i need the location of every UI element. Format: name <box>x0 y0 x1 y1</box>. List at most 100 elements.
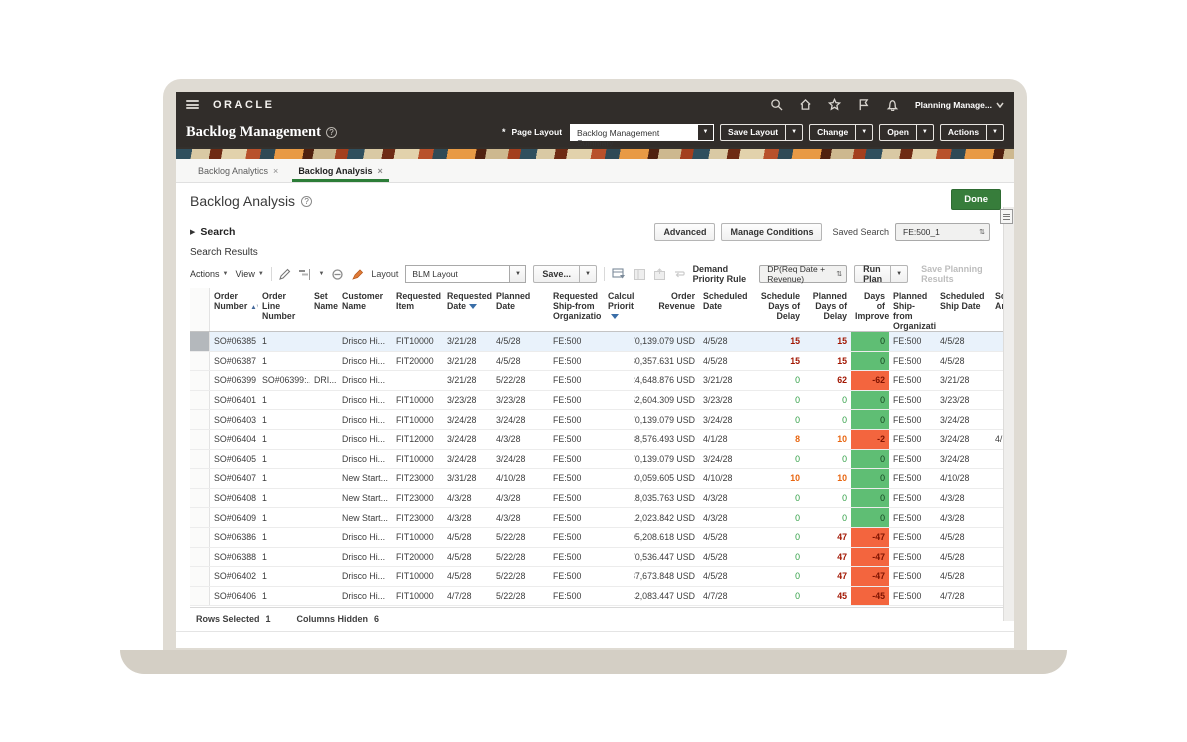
gantt-columns-icon[interactable] <box>298 267 311 282</box>
right-panel-splitter[interactable] <box>1003 207 1014 621</box>
table-row[interactable]: SO#063871Drisco Hi...FIT200003/21/284/5/… <box>190 352 1003 372</box>
query-by-example-icon[interactable] <box>612 267 626 282</box>
actions-button[interactable]: Actions ▼ <box>940 124 1004 141</box>
select-all-gutter[interactable] <box>190 288 210 331</box>
column-header-planned_days_of_delay[interactable]: Planned Days of Delay <box>804 288 851 331</box>
notifications-bell-icon[interactable] <box>886 98 899 111</box>
help-icon[interactable]: ? <box>326 127 337 138</box>
row-select-gutter[interactable] <box>190 430 210 449</box>
table-row[interactable]: SO#064061Drisco Hi...FIT100004/7/285/22/… <box>190 587 1003 607</box>
dropdown-arrow-icon[interactable]: ▼ <box>855 125 872 140</box>
column-header-calculated_priority[interactable]: Calcul Priorit <box>604 288 634 331</box>
filter-funnel-icon[interactable] <box>611 314 619 319</box>
row-select-gutter[interactable] <box>190 410 210 429</box>
manage-conditions-button[interactable]: Manage Conditions <box>721 223 822 241</box>
run-plan-button[interactable]: Run Plan ▼ <box>854 265 908 283</box>
column-header-requested_item[interactable]: Requested Item <box>392 288 443 331</box>
highlighter-pen-icon[interactable] <box>351 267 364 282</box>
table-row[interactable]: SO#064011Drisco Hi...FIT100003/23/283/23… <box>190 391 1003 411</box>
dropdown-arrow-icon[interactable]: ▼ <box>916 125 933 140</box>
edit-pencil-icon[interactable] <box>278 267 291 282</box>
column-header-order_line_number[interactable]: Order Line Number <box>258 288 310 331</box>
column-header-order_number[interactable]: Order Number▲▽ <box>210 288 258 331</box>
save-layout-button[interactable]: Save Layout ▼ <box>720 124 803 141</box>
row-select-gutter[interactable] <box>190 469 210 488</box>
cell-order_line_number: 1 <box>258 489 310 508</box>
tab-backlog-analytics[interactable]: Backlog Analytics × <box>188 159 288 182</box>
row-select-gutter[interactable] <box>190 332 210 351</box>
dropdown-arrow-icon[interactable]: ▼ <box>698 124 714 141</box>
dropdown-arrow-icon[interactable]: ▼ <box>986 125 1003 140</box>
row-select-gutter[interactable] <box>190 352 210 371</box>
search-icon[interactable] <box>770 98 783 111</box>
row-select-gutter[interactable] <box>190 489 210 508</box>
column-header-order_revenue[interactable]: Order Revenue <box>634 288 699 331</box>
row-select-gutter[interactable] <box>190 567 210 586</box>
layout-select[interactable]: BLM Layout ▼ <box>405 265 526 283</box>
chevron-down-icon[interactable]: ▼ <box>318 271 324 277</box>
watchlist-flag-icon[interactable] <box>857 98 870 111</box>
table-row[interactable]: SO#063881Drisco Hi...FIT200004/5/285/22/… <box>190 548 1003 568</box>
dropdown-arrow-icon[interactable]: ▼ <box>579 266 596 282</box>
save-button[interactable]: Save... ▼ <box>533 265 596 283</box>
row-select-gutter[interactable] <box>190 450 210 469</box>
table-row[interactable]: SO#063861Drisco Hi...FIT100004/5/285/22/… <box>190 528 1003 548</box>
close-icon[interactable]: × <box>273 166 278 176</box>
done-button[interactable]: Done <box>951 189 1001 210</box>
hamburger-menu-icon[interactable] <box>186 100 199 109</box>
row-select-gutter[interactable] <box>190 548 210 567</box>
table-row[interactable]: SO#064021Drisco Hi...FIT100004/5/285/22/… <box>190 567 1003 587</box>
row-select-gutter[interactable] <box>190 508 210 527</box>
column-header-scheduled_arrival[interactable]: Sch Arr <box>991 288 1003 331</box>
page-layout-select[interactable]: Backlog Management Summary ▼ <box>570 124 714 141</box>
saved-search-select[interactable]: FE:500_1 ⇅ <box>895 223 990 241</box>
collapse-triangle-icon[interactable]: ▶ <box>190 228 195 236</box>
tab-backlog-analysis[interactable]: Backlog Analysis × <box>288 159 392 182</box>
change-button[interactable]: Change ▼ <box>809 124 873 141</box>
table-row[interactable]: SO#063851Drisco Hi...FIT100003/21/284/5/… <box>190 332 1003 352</box>
column-header-planned_ship_from_org[interactable]: Planned Ship-from Organizatic <box>889 288 936 331</box>
column-header-set_name[interactable]: Set Name <box>310 288 338 331</box>
column-header-days_of_improvement[interactable]: Days of Improver <box>851 288 889 331</box>
help-icon[interactable]: ? <box>301 196 312 207</box>
table-row[interactable]: SO#064041Drisco Hi...FIT120003/24/284/3/… <box>190 430 1003 450</box>
spinner-icon[interactable]: ⇅ <box>979 228 985 236</box>
advanced-button[interactable]: Advanced <box>654 223 715 241</box>
table-row[interactable]: SO#064071New Start...FIT230003/31/284/10… <box>190 469 1003 489</box>
column-header-customer_name[interactable]: Customer Name <box>338 288 392 331</box>
user-menu[interactable]: Planning Manage... <box>915 100 1004 110</box>
column-header-planned_date[interactable]: Planned Date <box>492 288 549 331</box>
table-row[interactable]: SO#064031Drisco Hi...FIT100003/24/283/24… <box>190 410 1003 430</box>
demand-priority-rule-select[interactable]: DP(Req Date + Revenue) ⇅ <box>759 265 847 283</box>
table-view-menu[interactable]: View ▼ <box>235 269 263 279</box>
row-select-gutter[interactable] <box>190 587 210 606</box>
target-icon[interactable] <box>331 267 344 282</box>
cell-order_line_number: 1 <box>258 352 310 371</box>
open-button[interactable]: Open ▼ <box>879 124 934 141</box>
cell-scheduled_arrival <box>991 587 1003 606</box>
dropdown-arrow-icon[interactable]: ▼ <box>785 125 802 140</box>
table-row[interactable]: SO#064081New Start...FIT230004/3/284/3/2… <box>190 489 1003 509</box>
row-select-gutter[interactable] <box>190 371 210 390</box>
column-header-scheduled_ship_date[interactable]: Scheduled Ship Date <box>936 288 991 331</box>
dropdown-arrow-icon[interactable]: ▼ <box>890 266 907 282</box>
filter-funnel-icon[interactable] <box>469 304 477 309</box>
table-row[interactable]: SO#06399SO#06399:...DRI...Drisco Hi...3/… <box>190 371 1003 391</box>
table-row[interactable]: SO#064091New Start...FIT230004/3/284/3/2… <box>190 508 1003 528</box>
column-header-requested_date[interactable]: Requested Date <box>443 288 492 331</box>
panel-tools-icon[interactable] <box>1000 209 1013 224</box>
cell-planned_date: 4/3/28 <box>492 508 549 527</box>
home-icon[interactable] <box>799 98 812 111</box>
table-actions-menu[interactable]: Actions ▼ <box>190 269 228 279</box>
column-header-schedule_days_of_delay[interactable]: Schedule Days of Delay <box>751 288 804 331</box>
column-header-requested_ship_from_org[interactable]: Requested Ship-from Organizatio <box>549 288 604 331</box>
row-select-gutter[interactable] <box>190 528 210 547</box>
search-disclosure[interactable]: ▶ Search <box>190 226 235 238</box>
favorites-star-icon[interactable] <box>828 98 841 111</box>
spinner-icon[interactable]: ⇅ <box>836 270 842 278</box>
dropdown-arrow-icon[interactable]: ▼ <box>510 265 526 283</box>
column-header-scheduled_date[interactable]: Scheduled Date <box>699 288 751 331</box>
close-icon[interactable]: × <box>378 166 383 176</box>
table-row[interactable]: SO#064051Drisco Hi...FIT100003/24/283/24… <box>190 450 1003 470</box>
row-select-gutter[interactable] <box>190 391 210 410</box>
